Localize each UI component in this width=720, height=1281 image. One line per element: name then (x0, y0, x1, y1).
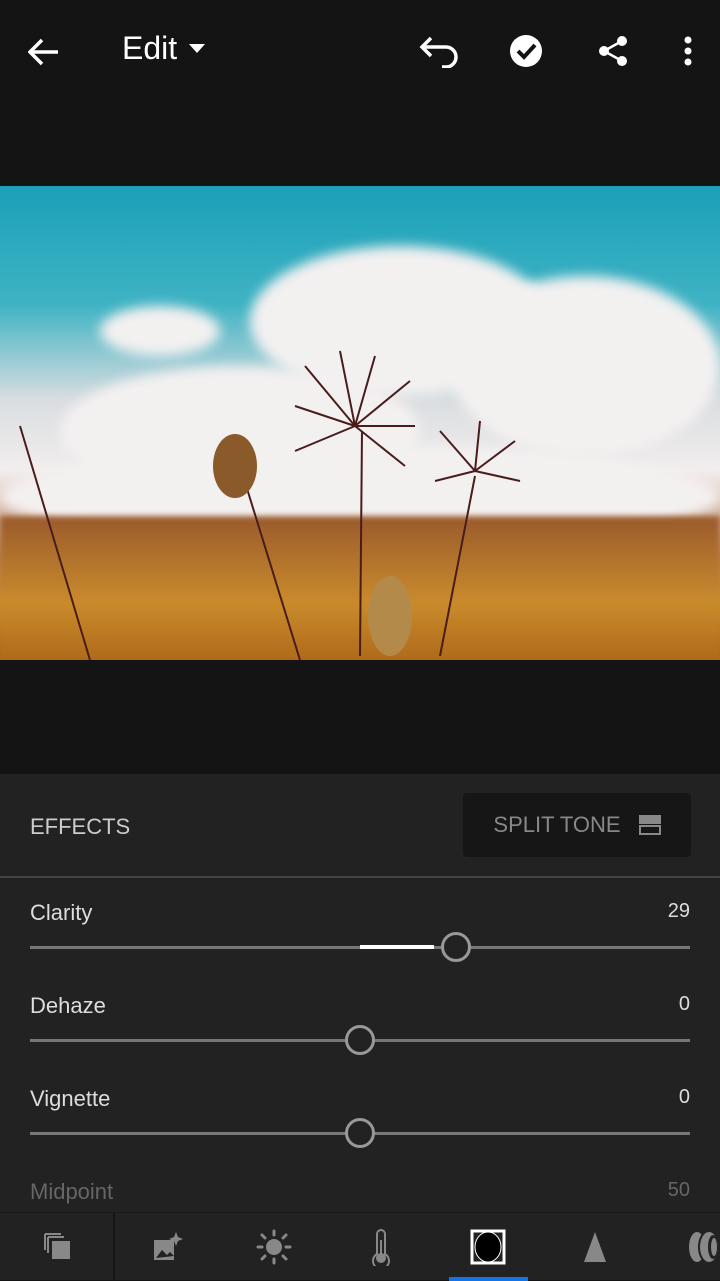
active-tool-indicator (449, 1277, 528, 1281)
share-icon[interactable] (596, 34, 630, 68)
slider-value: 50 (667, 1179, 690, 1201)
undo-icon[interactable] (418, 32, 462, 72)
slider-value: 29 (667, 900, 690, 922)
slider-knob[interactable] (345, 1025, 375, 1055)
slider-value: 0 (678, 1086, 690, 1108)
effects-icon[interactable] (468, 1227, 508, 1267)
slider-vignette[interactable]: Vignette 0 (0, 1086, 720, 1176)
divider (113, 1213, 115, 1281)
slider-label: Dehaze (30, 993, 106, 1018)
caret-down-icon (189, 43, 206, 53)
more-vertical-icon[interactable] (676, 34, 700, 68)
optics-icon[interactable] (682, 1227, 720, 1267)
photo-preview[interactable] (0, 186, 720, 660)
page-title: Edit (122, 30, 178, 66)
slider-label: Midpoint (30, 1179, 114, 1204)
top-app-bar: Edit (0, 0, 720, 104)
presets-icon[interactable] (38, 1227, 78, 1267)
slider-dehaze[interactable]: Dehaze 0 (0, 993, 720, 1083)
split-tone-label: SPLIT TONE (493, 812, 621, 837)
arrow-left-icon[interactable] (24, 32, 64, 72)
slider-value: 0 (678, 993, 690, 1015)
detail-icon[interactable] (575, 1227, 615, 1267)
auto-enhance-icon[interactable] (147, 1227, 187, 1267)
split-tone-button[interactable]: SPLIT TONE (463, 793, 691, 857)
edit-panel: EFFECTS SPLIT TONE Clarity 29 Dehaze 0 V… (0, 774, 720, 1212)
light-icon[interactable] (254, 1227, 294, 1267)
divider (0, 876, 720, 878)
slider-knob[interactable] (440, 932, 471, 962)
split-tone-icon (638, 815, 661, 835)
slider-clarity[interactable]: Clarity 29 (0, 900, 720, 990)
edit-mode-dropdown[interactable]: Edit (122, 30, 206, 67)
check-circle-icon[interactable] (508, 33, 544, 69)
tool-bar (0, 1212, 720, 1281)
slider-knob[interactable] (345, 1118, 375, 1148)
slider-label: Vignette (30, 1086, 111, 1111)
slider-fill (360, 945, 434, 949)
section-title: EFFECTS (30, 814, 131, 839)
color-temperature-icon[interactable] (361, 1227, 401, 1267)
slider-label: Clarity (30, 900, 93, 925)
